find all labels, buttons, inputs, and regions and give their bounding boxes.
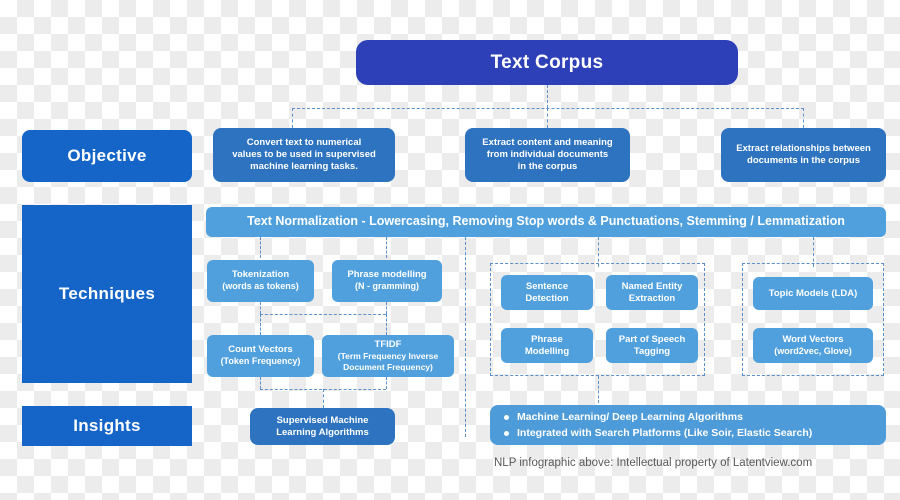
list-item: Machine Learning/ Deep Learning Algorith… xyxy=(504,411,876,423)
row-label-insights: Insights xyxy=(22,406,192,446)
technique-phrase-modelling-middle: Phrase Modelling xyxy=(501,328,593,363)
technique-count-vectors: Count Vectors (Token Frequency) xyxy=(207,335,314,377)
connector-tokenization-down xyxy=(260,302,261,314)
connector-left-group-bus xyxy=(260,314,386,315)
connector-bullets-drop xyxy=(598,376,599,408)
connector-tfidf-down xyxy=(386,377,387,389)
connector-norm-drop-phrase xyxy=(386,237,387,258)
objective-card-2: Extract content and meaning from individ… xyxy=(465,128,630,182)
connector-countvectors-drop xyxy=(260,314,261,335)
infographic-canvas: Text Corpus Objective Convert text to nu… xyxy=(0,0,900,500)
bullet-dot-icon xyxy=(504,414,509,420)
technique-phrase-modelling: Phrase modelling (N - gramming) xyxy=(332,260,442,302)
text-normalization-bar: Text Normalization - Lowercasing, Removi… xyxy=(206,207,886,237)
technique-named-entity-extraction: Named Entity Extraction xyxy=(606,275,698,310)
technique-sub: (N - gramming) xyxy=(355,281,419,292)
bullet-text: Machine Learning/ Deep Learning Algorith… xyxy=(517,411,743,423)
footer-attribution: NLP infographic above: Intellectual prop… xyxy=(494,457,813,469)
technique-topic-models: Topic Models (LDA) xyxy=(753,277,873,310)
connector-corpus-down xyxy=(547,85,548,108)
technique-tfidf: TFIDF (Term Frequency Inverse Document F… xyxy=(322,335,454,377)
connector-objective-drop-2 xyxy=(547,108,548,128)
objective-card-1: Convert text to numerical values to be u… xyxy=(213,128,395,182)
text-corpus-box: Text Corpus xyxy=(356,40,738,85)
connector-tfidf-drop xyxy=(386,314,387,335)
technique-part-of-speech-tagging: Part of Speech Tagging xyxy=(606,328,698,363)
technique-title: Count Vectors xyxy=(228,344,293,356)
technique-sub: (Token Frequency) xyxy=(220,356,301,367)
technique-tokenization: Tokenization (words as tokens) xyxy=(207,260,314,302)
connector-objective-drop-1 xyxy=(292,108,293,128)
connector-supervised-drop xyxy=(323,389,324,408)
technique-sub: (word2vec, Glove) xyxy=(774,345,852,356)
technique-sub: (words as tokens) xyxy=(222,281,299,292)
technique-title: TFIDF xyxy=(374,339,402,351)
technique-title: Tokenization xyxy=(231,269,290,281)
insight-bullet-list: Machine Learning/ Deep Learning Algorith… xyxy=(490,405,886,445)
insight-supervised-ml: Supervised Machine Learning Algorithms xyxy=(250,408,395,445)
technique-sub: (Term Frequency Inverse Document Frequen… xyxy=(337,351,439,372)
bullet-text: Integrated with Search Platforms (Like S… xyxy=(517,427,813,439)
connector-objective-drop-3 xyxy=(803,108,804,128)
connector-norm-drop-tokenization xyxy=(260,237,261,258)
technique-title: Phrase modelling xyxy=(347,269,427,281)
bullet-dot-icon xyxy=(504,430,509,436)
technique-sentence-detection: Sentence Detection xyxy=(501,275,593,310)
insight-subtitle: Learning Algorithms xyxy=(276,426,369,438)
insight-title: Supervised Machine xyxy=(276,414,369,426)
row-label-objective: Objective xyxy=(22,130,192,182)
connector-objective-bus xyxy=(292,108,804,109)
connector-main-divider xyxy=(465,237,466,437)
connector-countvectors-down xyxy=(260,377,261,389)
technique-word-vectors: Word Vectors (word2vec, Glove) xyxy=(753,328,873,363)
list-item: Integrated with Search Platforms (Like S… xyxy=(504,427,876,439)
connector-phrase-down xyxy=(386,302,387,314)
technique-title: Word Vectors xyxy=(782,333,844,345)
objective-card-3: Extract relationships between documents … xyxy=(721,128,886,182)
row-label-techniques: Techniques xyxy=(22,205,192,383)
